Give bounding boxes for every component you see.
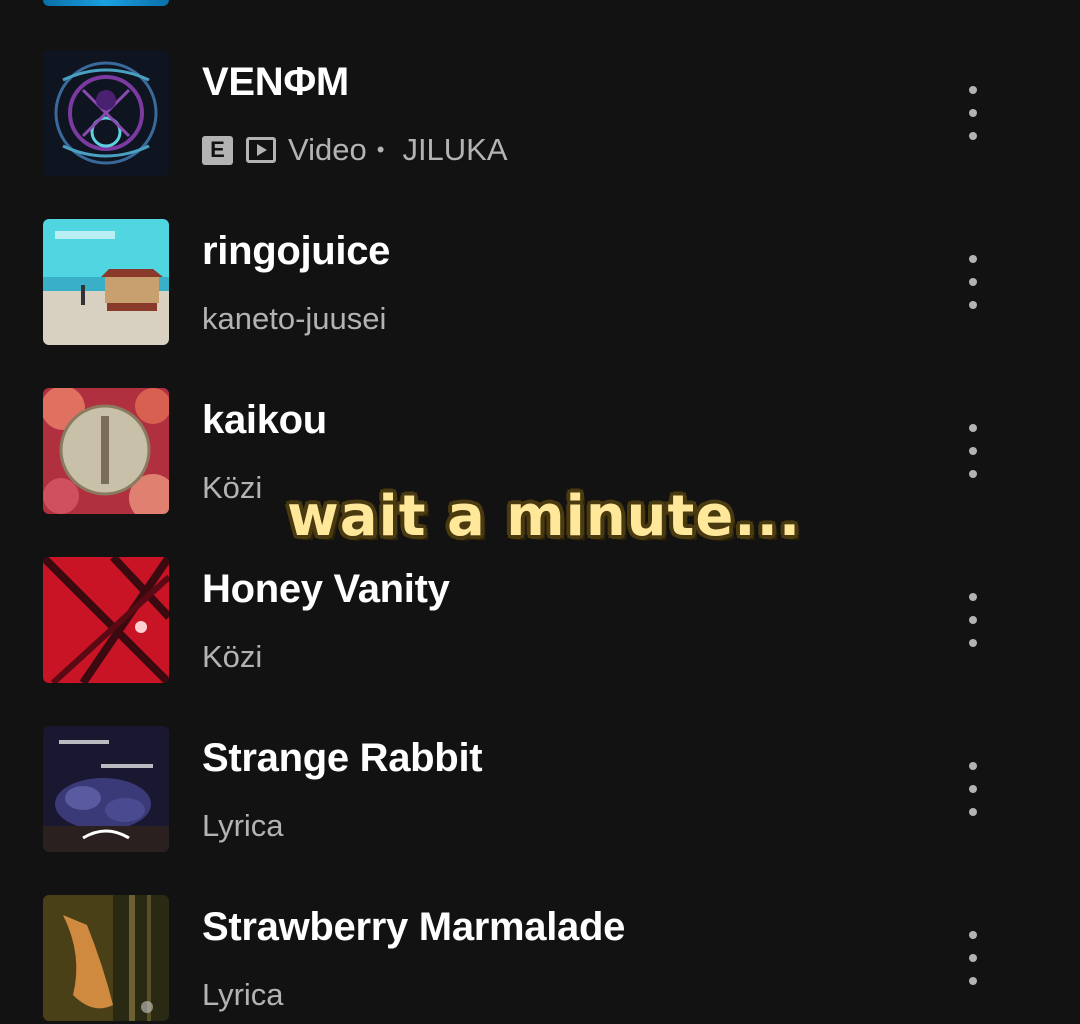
track-row[interactable]: Strawberry Marmalade Lyrica bbox=[0, 895, 1080, 1021]
more-options-icon[interactable] bbox=[953, 249, 993, 315]
explicit-badge: E bbox=[202, 135, 233, 165]
track-title: Strange Rabbit bbox=[202, 736, 483, 780]
track-artist: JILUKA bbox=[402, 132, 508, 167]
track-row[interactable]: VENΦM E Video • JILUKA bbox=[0, 50, 1080, 176]
track-artist: Közi bbox=[202, 639, 263, 674]
album-artwork bbox=[43, 895, 169, 1021]
more-options-icon[interactable] bbox=[953, 80, 993, 146]
track-subtitle: E Video • JILUKA bbox=[202, 130, 508, 170]
track-artist: Lyrica bbox=[202, 977, 284, 1012]
track-row[interactable]: Strange Rabbit Lyrica bbox=[0, 726, 1080, 852]
track-subtitle: Közi bbox=[202, 468, 262, 508]
album-artwork bbox=[43, 726, 169, 852]
track-subtitle: Közi bbox=[202, 637, 262, 677]
track-row[interactable]: ringojuice kaneto-juusei bbox=[0, 219, 1080, 345]
video-icon bbox=[246, 137, 276, 163]
track-subtitle: kaneto-juusei bbox=[202, 299, 386, 339]
album-artwork bbox=[43, 557, 169, 683]
track-title: kaikou bbox=[202, 398, 327, 442]
separator-dot: • bbox=[376, 137, 385, 162]
previous-track-artwork-partial[interactable] bbox=[43, 0, 169, 6]
track-subtitle: Lyrica bbox=[202, 806, 284, 846]
track-artist: kaneto-juusei bbox=[202, 301, 387, 336]
track-row[interactable]: Honey Vanity Közi bbox=[0, 557, 1080, 683]
track-artist: Lyrica bbox=[202, 808, 284, 843]
track-title: Strawberry Marmalade bbox=[202, 905, 626, 949]
more-options-icon[interactable] bbox=[953, 418, 993, 484]
type-label: Video bbox=[288, 132, 367, 167]
track-artist: Közi bbox=[202, 470, 263, 505]
album-artwork bbox=[43, 50, 169, 176]
more-options-icon[interactable] bbox=[953, 925, 993, 991]
track-title: VENΦM bbox=[202, 60, 349, 104]
track-title: Honey Vanity bbox=[202, 567, 450, 611]
track-title: ringojuice bbox=[202, 229, 391, 273]
caption-overlay: wait a minute... bbox=[287, 484, 802, 549]
track-list-screen: VENΦM E Video • JILUKA ringojuice kaneto… bbox=[0, 0, 1080, 1024]
album-artwork bbox=[43, 219, 169, 345]
more-options-icon[interactable] bbox=[953, 756, 993, 822]
track-subtitle: Lyrica bbox=[202, 975, 284, 1015]
album-artwork bbox=[43, 388, 169, 514]
more-options-icon[interactable] bbox=[953, 587, 993, 653]
